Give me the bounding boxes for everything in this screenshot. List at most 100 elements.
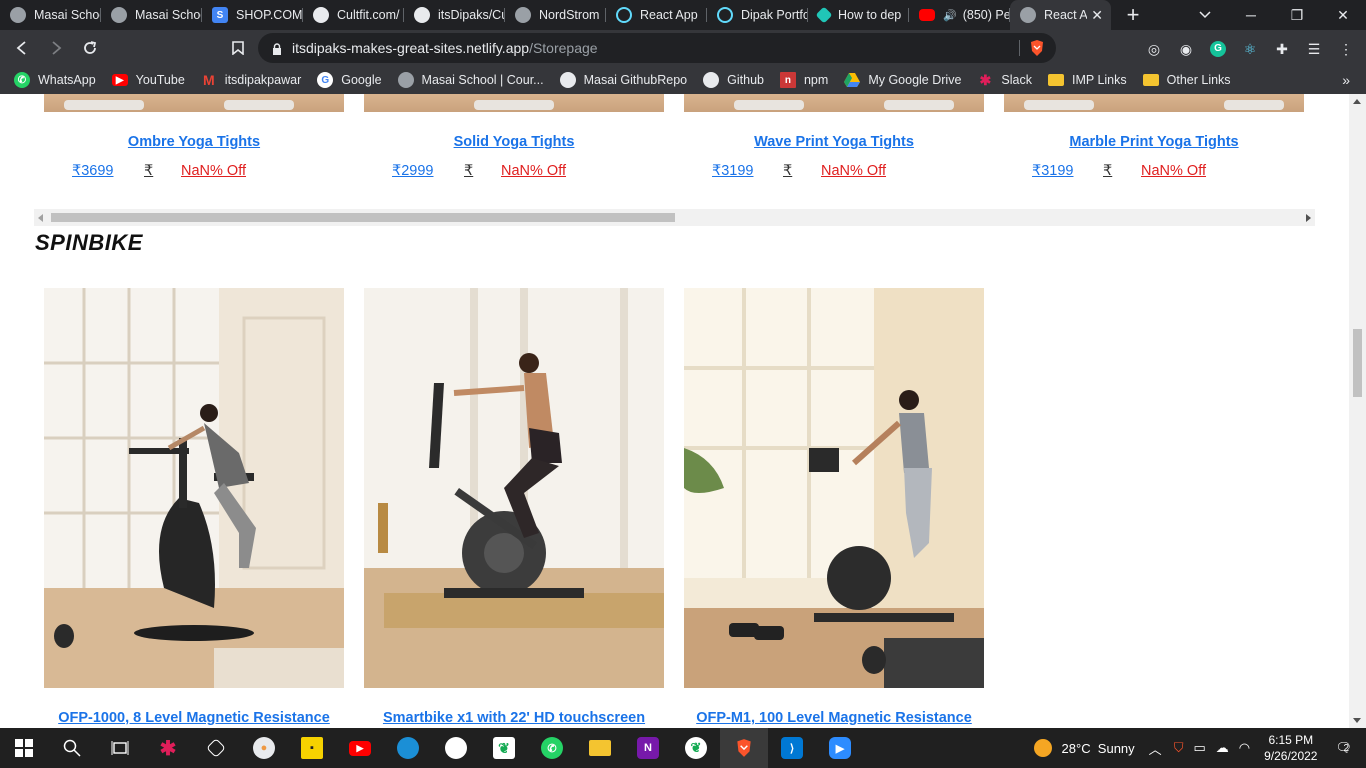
product-image[interactable] — [364, 288, 664, 688]
onenote-icon[interactable]: N — [624, 728, 672, 768]
bookmarks-overflow-icon[interactable]: » — [1342, 72, 1350, 88]
close-window-icon[interactable]: ✕ — [1320, 0, 1366, 30]
search-icon[interactable] — [48, 728, 96, 768]
browser-tab[interactable]: NordStrom — [505, 0, 606, 30]
product-strike-price[interactable]: ₹ — [783, 163, 792, 179]
sticky-notes-icon[interactable]: ▪ — [288, 728, 336, 768]
product-price[interactable]: ₹2999 — [392, 163, 433, 179]
browser-tab[interactable]: itsDipaks/Cu — [404, 0, 505, 30]
browser-tab[interactable]: 🔊 (850) Pe — [909, 0, 1010, 30]
cube-app-icon[interactable] — [192, 728, 240, 768]
zoom-icon[interactable]: ▶ — [816, 728, 864, 768]
browser-tab-active[interactable]: React A ✕ — [1010, 0, 1111, 30]
extensions-puzzle-icon[interactable]: ✚ — [1266, 38, 1298, 60]
page-vertical-scrollbar[interactable] — [1349, 94, 1366, 728]
bookmark-google[interactable]: G Google — [317, 72, 382, 88]
product-title-link[interactable]: Ombre Yoga Tights — [44, 134, 344, 150]
product-strike-price[interactable]: ₹ — [144, 163, 153, 179]
brave-shields-icon[interactable] — [1028, 39, 1046, 57]
bookmark-whatsapp[interactable]: ✆ WhatsApp — [14, 72, 96, 88]
restore-icon[interactable]: ❐ — [1274, 0, 1320, 30]
weather-text[interactable]: 28°C Sunny — [1062, 741, 1135, 756]
battery-icon[interactable]: ▭ — [1193, 740, 1205, 756]
product-discount[interactable]: NaN% Off — [1141, 163, 1206, 179]
bookmark-masai-githubrepo[interactable]: Masai GithubRepo — [559, 72, 687, 88]
product-discount[interactable]: NaN% Off — [501, 163, 566, 179]
product-title-link[interactable]: OFP-M1, 100 Level Magnetic Resistance — [674, 710, 994, 726]
slack-app-icon[interactable]: ✱ — [144, 728, 192, 768]
browser-tab[interactable]: Masai Schoo — [101, 0, 202, 30]
product-title-link[interactable]: Marble Print Yoga Tights — [1004, 134, 1304, 150]
bookmark-github[interactable]: Github — [703, 72, 764, 88]
product-image[interactable] — [44, 94, 344, 112]
product-strike-price[interactable]: ₹ — [464, 163, 473, 179]
bookmark-npm[interactable]: n npm — [779, 72, 828, 88]
product-strike-price[interactable]: ₹ — [1103, 163, 1112, 179]
bookmark-google-drive[interactable]: My Google Drive — [844, 72, 961, 88]
bookmark-masai-school[interactable]: Masai School | Cour... — [397, 72, 544, 88]
browser-tab[interactable]: Dipak Portfo — [707, 0, 808, 30]
speaker-icon[interactable]: 🔊 — [943, 9, 957, 22]
product-discount[interactable]: NaN% Off — [821, 163, 886, 179]
browser-tab[interactable]: How to dep — [808, 0, 909, 30]
product-image[interactable] — [44, 288, 344, 688]
react-devtools-icon[interactable]: ⚛ — [1234, 38, 1266, 60]
tab-search-chevron-icon[interactable] — [1190, 0, 1220, 30]
product-title-link[interactable]: OFP-1000, 8 Level Magnetic Resistance — [34, 710, 354, 726]
scroll-up-arrow-icon[interactable] — [1353, 99, 1361, 104]
browser-tab[interactable]: Cultfit.com/ — [303, 0, 404, 30]
network-cloud-icon[interactable]: ☁ — [1216, 740, 1229, 756]
bookmark-slack[interactable]: ✱ Slack — [977, 72, 1032, 88]
product-image[interactable] — [1004, 94, 1304, 112]
show-hidden-icons-chevron-icon[interactable]: ︿ — [1149, 739, 1162, 758]
bookmark-page-icon[interactable] — [222, 32, 254, 64]
browser-tab[interactable]: Masai Schoo — [0, 0, 101, 30]
product-image[interactable] — [684, 94, 984, 112]
product-title-link[interactable]: Smartbike x1 with 22' HD touchscreen — [354, 710, 674, 726]
product-discount[interactable]: NaN% Off — [181, 163, 246, 179]
mongodb-icon[interactable]: ❦ — [480, 728, 528, 768]
product-image[interactable] — [684, 288, 984, 688]
clock[interactable]: 6:15 PM 9/26/2022 — [1264, 732, 1317, 764]
wifi-icon[interactable]: ◠ — [1239, 740, 1250, 756]
back-button[interactable] — [6, 32, 38, 64]
rewards-icon[interactable]: ◎ — [1138, 38, 1170, 60]
scroll-right-arrow-icon[interactable] — [1306, 214, 1311, 222]
file-explorer-icon[interactable] — [576, 728, 624, 768]
lock-icon[interactable] — [272, 42, 282, 55]
edge-icon[interactable] — [384, 728, 432, 768]
paint-app-icon[interactable]: ● — [240, 728, 288, 768]
task-view-icon[interactable] — [96, 728, 144, 768]
browser-tab[interactable]: S SHOP.COM — [202, 0, 303, 30]
playlist-icon[interactable]: ☰ — [1298, 38, 1330, 60]
product-price[interactable]: ₹3199 — [1032, 163, 1073, 179]
vscode-icon[interactable]: ⟩ — [768, 728, 816, 768]
record-icon[interactable]: ◉ — [1170, 38, 1202, 60]
product-title-link[interactable]: Wave Print Yoga Tights — [684, 134, 984, 150]
product-price[interactable]: ₹3699 — [72, 163, 113, 179]
more-menu-icon[interactable]: ⋮ — [1330, 38, 1362, 60]
product-row-horizontal-scrollbar[interactable] — [34, 209, 1315, 226]
notifications-icon[interactable]: 🗨 2 — [1335, 740, 1352, 756]
address-bar[interactable]: itsdipaks-makes-great-sites.netlify.app/… — [258, 33, 1056, 63]
brave-tray-icon[interactable]: ⛉ — [1174, 740, 1184, 756]
minimize-icon[interactable]: ─ — [1228, 0, 1274, 30]
scroll-down-arrow-icon[interactable] — [1353, 718, 1361, 723]
forward-button[interactable] — [40, 32, 72, 64]
product-price[interactable]: ₹3199 — [712, 163, 753, 179]
whatsapp-app-icon[interactable]: ✆ — [528, 728, 576, 768]
scroll-left-arrow-icon[interactable] — [38, 214, 43, 222]
mongodb-compass-icon[interactable]: ❦ — [672, 728, 720, 768]
new-tab-button[interactable]: + — [1111, 0, 1155, 30]
bookmark-gmail[interactable]: Mitsdipakpawar — [201, 72, 301, 88]
github-desktop-icon[interactable] — [432, 728, 480, 768]
bookmark-youtube[interactable]: ▶ YouTube — [111, 73, 185, 87]
scrollbar-thumb[interactable] — [1353, 329, 1362, 397]
grammarly-icon[interactable]: G — [1202, 38, 1234, 60]
weather-sun-icon[interactable] — [1033, 739, 1052, 757]
start-button[interactable] — [0, 728, 48, 768]
bookmark-imp-links[interactable]: IMP Links — [1047, 73, 1127, 87]
product-image[interactable] — [364, 94, 664, 112]
scrollbar-thumb[interactable] — [51, 213, 675, 222]
youtube-app-icon[interactable]: ▶ — [336, 728, 384, 768]
